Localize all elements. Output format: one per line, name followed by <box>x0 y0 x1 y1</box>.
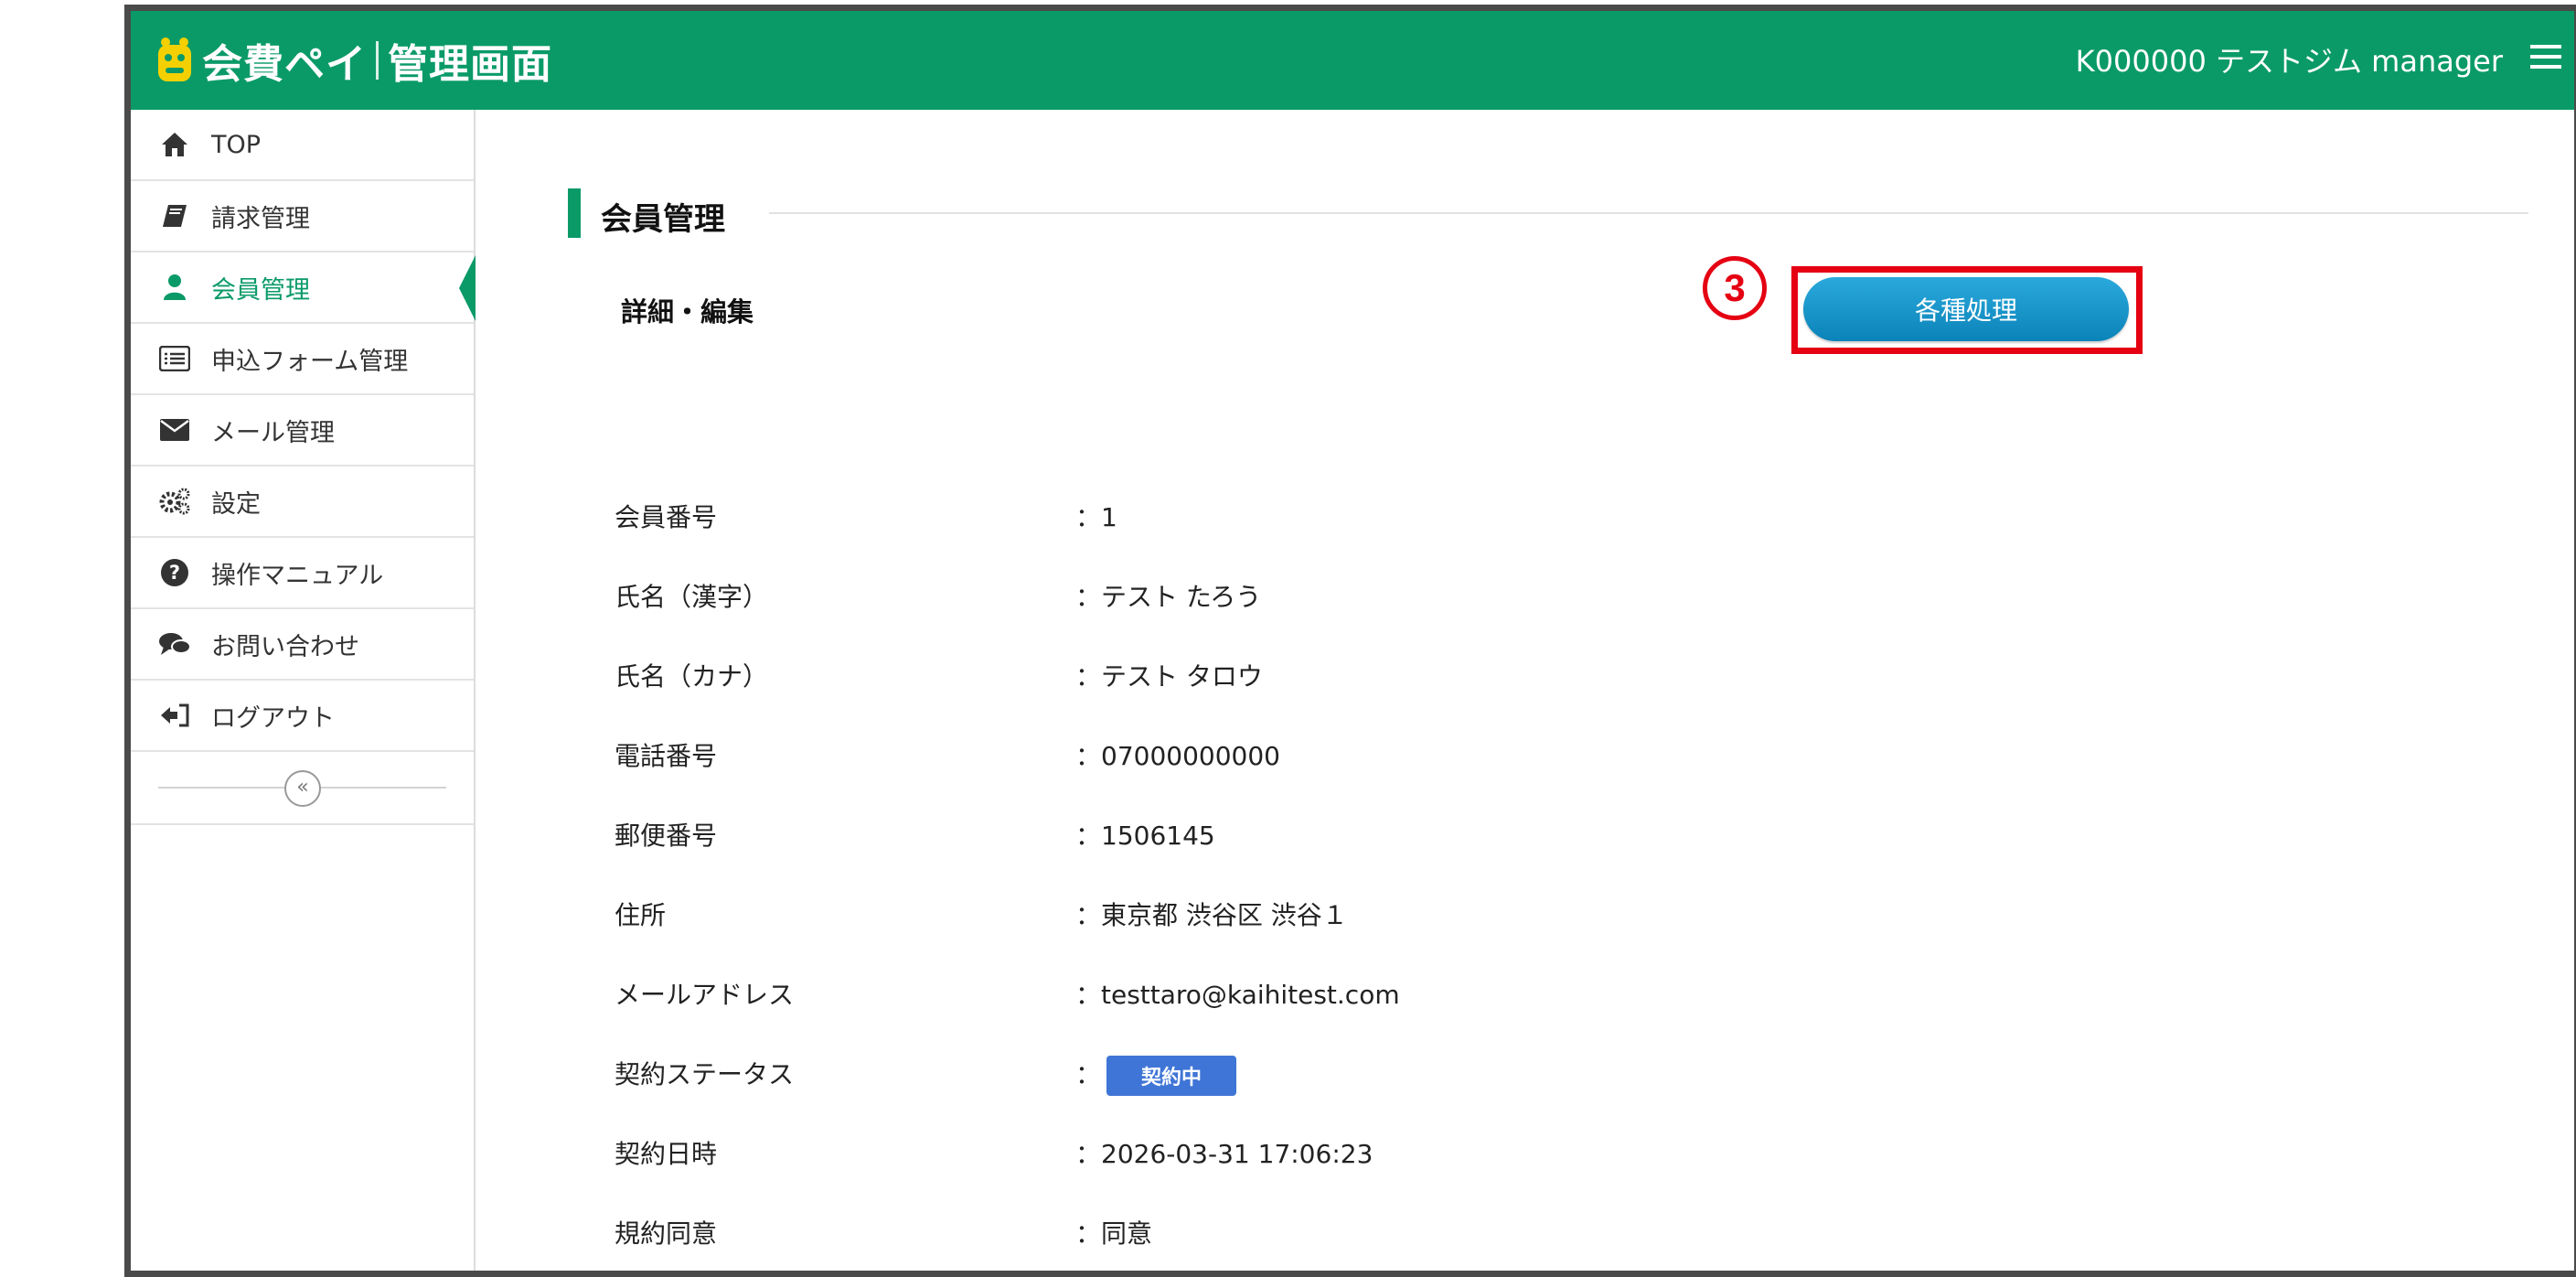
field-label: 会員番号 <box>615 502 718 532</box>
field-value: ：07000000000 <box>1075 741 1280 771</box>
field-label: 契約日時 <box>615 1139 718 1169</box>
sidebar-collapse-row: « <box>131 752 474 825</box>
list-icon <box>158 342 191 375</box>
main-content: 会員管理 詳細・編集 会員番号 ：1 氏名（漢字） ：テスト たろう 氏名（カナ… <box>475 110 2574 1271</box>
field-value: ：東京都 渋谷区 渋谷１ <box>1075 900 1348 930</box>
field-label: 氏名（カナ） <box>615 661 769 692</box>
chat-icon <box>158 628 191 660</box>
section-rule <box>769 212 2528 214</box>
top-bar: 会費ペイ 管理画面 K000000 テストジム manager <box>131 11 2574 110</box>
field-label: 規約同意 <box>615 1218 718 1249</box>
sidebar-item-top[interactable]: TOP <box>131 110 474 181</box>
field-value: ：2026-03-31 17:06:23 <box>1075 1139 1374 1169</box>
svg-text:?: ? <box>169 562 180 584</box>
sidebar-item-contact[interactable]: お問い合わせ <box>131 609 474 681</box>
field-label: 住所 <box>615 900 667 930</box>
field-value: ：1 <box>1075 502 1117 532</box>
status-badge: 契約中 <box>1106 1056 1237 1096</box>
logout-icon <box>158 699 191 732</box>
brand-divider <box>376 41 379 80</box>
field-label: メールアドレス <box>615 980 795 1010</box>
sidebar-item-settings[interactable]: 設定 <box>131 467 474 538</box>
field-label: 氏名（漢字） <box>615 582 769 612</box>
book-icon <box>158 199 191 232</box>
sidebar-item-label: 設定 <box>211 489 261 519</box>
field-value: ：テスト たろう <box>1075 582 1262 612</box>
field-value: ： <box>1075 1059 1102 1089</box>
mascot-logo-icon <box>158 38 191 81</box>
field-value: ：testtaro@kaihitest.com <box>1075 980 1400 1010</box>
sidebar-item-forms[interactable]: 申込フォーム管理 <box>131 324 474 395</box>
sidebar-item-label: 請求管理 <box>211 204 310 233</box>
sidebar-item-label: メール管理 <box>211 418 335 447</box>
sidebar-item-label: お問い合わせ <box>211 632 359 661</box>
account-name[interactable]: K000000 テストジム manager <box>2076 38 2503 80</box>
app-window: 会費ペイ 管理画面 K000000 テストジム manager TOP 請求管理… <box>124 5 2576 1277</box>
field-value: ：同意 <box>1075 1218 1153 1249</box>
brand-logo-area[interactable]: 会費ペイ 管理画面 <box>155 31 552 90</box>
home-icon <box>158 128 191 161</box>
sidebar-item-logout[interactable]: ログアウト <box>131 681 474 752</box>
field-value: ：1506145 <box>1075 821 1215 851</box>
field-value: ：テスト タロウ <box>1075 661 1263 692</box>
sidebar-item-label: 会員管理 <box>211 275 310 305</box>
question-icon: ? <box>158 556 191 589</box>
sidebar-item-label: ログアウト <box>211 703 335 733</box>
field-label: 契約ステータス <box>615 1059 795 1089</box>
field-label: 郵便番号 <box>615 821 718 851</box>
sub-title: 詳細・編集 <box>621 296 754 327</box>
page-title: 会員管理 <box>601 201 725 238</box>
actions-button[interactable]: 各種処理 <box>1803 277 2129 341</box>
gears-icon <box>158 485 191 518</box>
sidebar-item-manual[interactable]: ? 操作マニュアル <box>131 538 474 609</box>
sidebar-item-label: 申込フォーム管理 <box>211 347 409 376</box>
sidebar-item-mail[interactable]: メール管理 <box>131 395 474 467</box>
section-accent-bar <box>568 188 581 238</box>
field-label: 電話番号 <box>615 741 718 771</box>
sidebar-item-members[interactable]: 会員管理 <box>131 252 476 324</box>
collapse-sidebar-button[interactable]: « <box>284 770 321 807</box>
step-number-marker: 3 <box>1703 256 1767 320</box>
sidebar-item-label: TOP <box>211 130 262 159</box>
hamburger-menu-icon[interactable] <box>2530 38 2561 82</box>
brand-subtitle: 管理画面 <box>388 41 552 88</box>
user-icon <box>158 271 191 304</box>
field-value-wrap: ：契約中 <box>1075 1055 1237 1096</box>
sidebar-item-label: 操作マニュアル <box>211 561 384 590</box>
envelope-icon <box>158 413 191 446</box>
section-header: 会員管理 <box>568 188 2528 238</box>
sidebar: TOP 請求管理 会員管理 申込フォーム管理 メール管理 設定 ? 操作マニュア… <box>131 110 476 1271</box>
brand-name: 会費ペイ <box>202 41 367 88</box>
sidebar-item-billing[interactable]: 請求管理 <box>131 181 474 252</box>
